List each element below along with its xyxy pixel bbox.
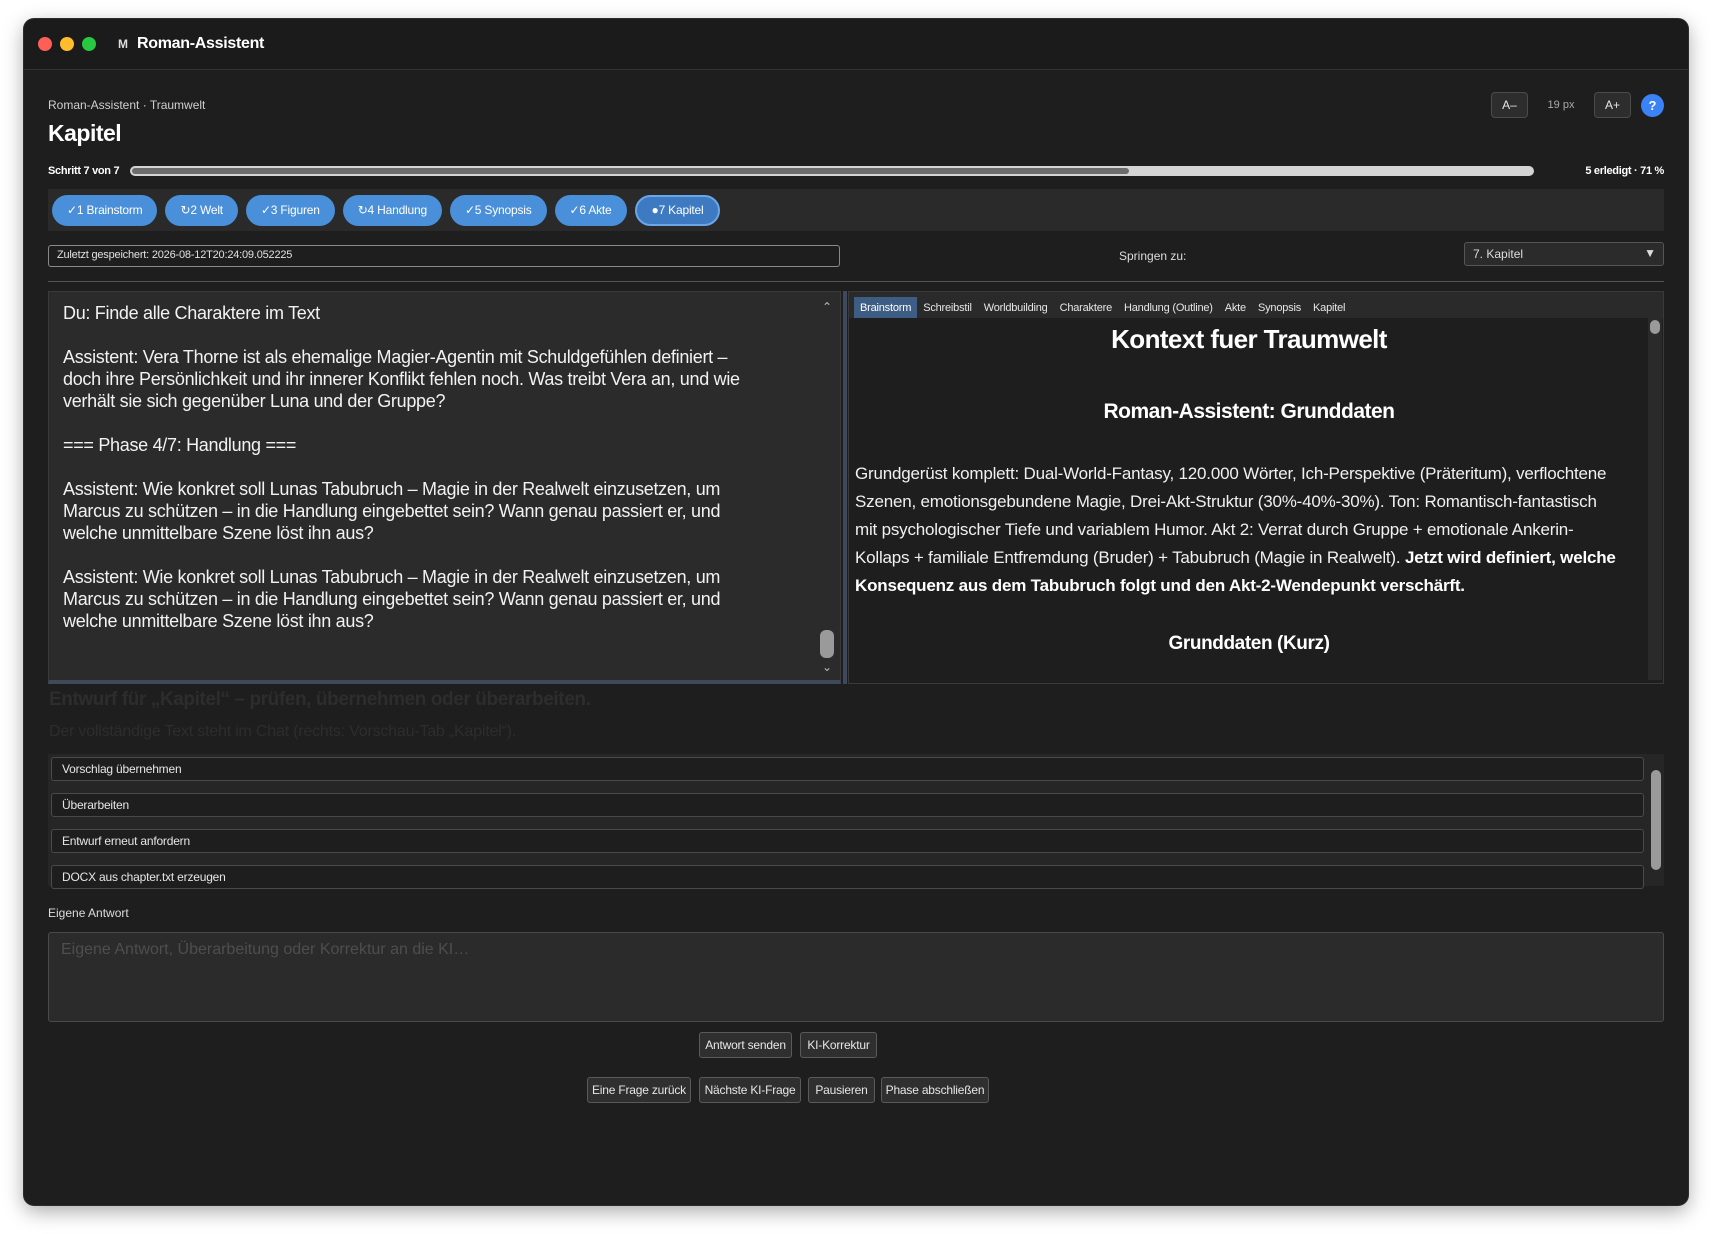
phase-pill-2[interactable]: ↻2 Welt bbox=[165, 194, 238, 226]
tab-synopsis[interactable]: Synopsis bbox=[1252, 297, 1307, 318]
scroll-thumb[interactable] bbox=[1650, 320, 1660, 334]
chat-log: Du: Finde alle Charaktere im Text Assiste… bbox=[63, 302, 753, 654]
font-size-value: 19 px bbox=[1547, 99, 1575, 111]
divider bbox=[48, 281, 1664, 282]
action-item[interactable]: DOCX aus chapter.txt erzeugen bbox=[51, 865, 1644, 889]
tab-brainstorm[interactable]: Brainstorm bbox=[854, 297, 918, 318]
font-increase-button[interactable]: A+ bbox=[1594, 92, 1631, 118]
window-title: Roman-Assistent bbox=[137, 35, 265, 52]
dropdown-arrow-icon: ▼ bbox=[1644, 246, 1656, 260]
own-answer-input[interactable] bbox=[48, 932, 1664, 1022]
zoom-window-button[interactable] bbox=[82, 37, 96, 51]
chevron-down-icon[interactable]: ⌄ bbox=[820, 660, 834, 674]
chat-message: Assistent: Wie konkret soll Lunas Tabubr… bbox=[63, 567, 721, 631]
preview-tabs: Brainstorm Schreibstil Worldbuilding Charak… bbox=[849, 292, 1663, 318]
font-size-controls: A– 19 px A+ ? bbox=[1491, 92, 1664, 118]
main-content: Roman-Assistent · Traumwelt Kapitel A– 1… bbox=[48, 70, 1664, 1205]
done-label: 5 erledigt · 71 % bbox=[1585, 165, 1664, 177]
action-item[interactable]: Vorschlag übernehmen bbox=[51, 757, 1644, 781]
progress-row: Schritt 7 von 7 5 erledigt · 71 % bbox=[48, 162, 1664, 180]
finish-phase-button[interactable]: Phase abschließen bbox=[881, 1077, 989, 1103]
scroll-thumb[interactable] bbox=[1651, 770, 1661, 870]
jump-select-value: 7. Kapitel bbox=[1473, 247, 1524, 261]
preview-pane: Brainstorm Schreibstil Worldbuilding Charak… bbox=[848, 291, 1664, 684]
tab-worldbuilding[interactable]: Worldbuilding bbox=[978, 297, 1054, 318]
action-item[interactable]: Entwurf erneut anfordern bbox=[51, 829, 1644, 853]
tab-charaktere[interactable]: Charaktere bbox=[1054, 297, 1118, 318]
close-window-button[interactable] bbox=[38, 37, 52, 51]
progress-bar-fill bbox=[132, 168, 1129, 174]
preview-heading: Kontext fuer Traumwelt bbox=[1111, 324, 1387, 354]
last-saved-field[interactable]: Zuletzt gespeichert: 2026-08-12T20:24:09… bbox=[48, 245, 840, 267]
preview-scrollbar[interactable] bbox=[1648, 318, 1662, 680]
preview-section-heading: Grunddaten (Kurz) bbox=[1168, 633, 1330, 654]
next-question-button[interactable]: Nächste KI-Frage bbox=[699, 1077, 801, 1103]
tab-akte[interactable]: Akte bbox=[1219, 297, 1252, 318]
phase-pill-4[interactable]: ↻4 Handlung bbox=[342, 194, 442, 226]
step-label: Schritt 7 von 7 bbox=[48, 165, 120, 177]
font-decrease-button[interactable]: A– bbox=[1491, 92, 1528, 118]
window-controls bbox=[38, 37, 96, 51]
draft-title: Entwurf für „Kapitel“ – prüfen, übernehm… bbox=[49, 689, 591, 710]
jump-select[interactable]: 7. Kapitel ▼ bbox=[1464, 242, 1664, 266]
phase-pill-5[interactable]: ✓5 Synopsis bbox=[449, 194, 547, 226]
phase-pill-3[interactable]: ✓3 Figuren bbox=[245, 194, 335, 226]
draft-subtitle: Der vollständige Text steht im Chat (rec… bbox=[49, 723, 516, 740]
action-list: Vorschlag übernehmen Überarbeiten Entwurf … bbox=[48, 754, 1664, 889]
chat-message: === Phase 4/7: Handlung === bbox=[63, 435, 297, 455]
own-answer-label: Eigene Antwort bbox=[48, 906, 129, 920]
page-title: Kapitel bbox=[48, 120, 122, 146]
phase-pill-7[interactable]: ●7 Kapitel bbox=[634, 194, 721, 226]
breadcrumb: Roman-Assistent · Traumwelt bbox=[48, 98, 206, 112]
chat-message: Du: Finde alle Charaktere im Text bbox=[63, 303, 320, 323]
phase-navigation: ✓1 Brainstorm ↻2 Welt ✓3 Figuren ↻4 Handlun… bbox=[48, 189, 1664, 231]
preview-subheading: Roman-Assistent: Grunddaten bbox=[1103, 400, 1395, 423]
pane-splitter[interactable] bbox=[843, 291, 847, 684]
chat-message: Assistent: Wie konkret soll Lunas Tabubr… bbox=[63, 479, 721, 543]
preview-paragraph: Grundgerüst komplett: Dual-World-Fantasy… bbox=[855, 460, 1643, 600]
action-list-scrollbar[interactable] bbox=[1650, 756, 1662, 884]
app-icon: M bbox=[118, 37, 128, 51]
tab-schreibstil[interactable]: Schreibstil bbox=[917, 297, 978, 318]
preview-body: Kontext fuer Traumwelt Roman-Assistent: … bbox=[855, 318, 1643, 679]
phase-pill-6[interactable]: ✓6 Akte bbox=[554, 194, 627, 226]
tab-kapitel[interactable]: Kapitel bbox=[1307, 297, 1351, 318]
pause-button[interactable]: Pausieren bbox=[808, 1077, 875, 1103]
chevron-up-icon[interactable]: ⌃ bbox=[820, 300, 834, 314]
previous-question-button[interactable]: Eine Frage zurück bbox=[587, 1077, 691, 1103]
scroll-thumb[interactable] bbox=[820, 630, 834, 658]
chat-pane[interactable]: Du: Finde alle Charaktere im Text Assiste… bbox=[48, 291, 841, 684]
app-window: M Roman-Assistent Roman-Assistent · Trau… bbox=[24, 19, 1688, 1205]
action-item[interactable]: Überarbeiten bbox=[51, 793, 1644, 817]
tab-handlung-outline[interactable]: Handlung (Outline) bbox=[1118, 297, 1219, 318]
title-bar: M Roman-Assistent bbox=[24, 19, 1688, 70]
progress-bar bbox=[130, 166, 1534, 176]
phase-pill-1[interactable]: ✓1 Brainstorm bbox=[52, 194, 158, 226]
help-icon[interactable]: ? bbox=[1641, 93, 1664, 117]
ki-correction-button[interactable]: KI-Korrektur bbox=[800, 1032, 877, 1058]
chat-scrollbar[interactable]: ⌃ ⌄ bbox=[820, 300, 834, 676]
send-answer-button[interactable]: Antwort senden bbox=[699, 1032, 792, 1058]
chat-message: Assistent: Vera Thorne ist als ehemalige… bbox=[63, 347, 740, 411]
jump-label: Springen zu: bbox=[1119, 249, 1187, 263]
minimize-window-button[interactable] bbox=[60, 37, 74, 51]
